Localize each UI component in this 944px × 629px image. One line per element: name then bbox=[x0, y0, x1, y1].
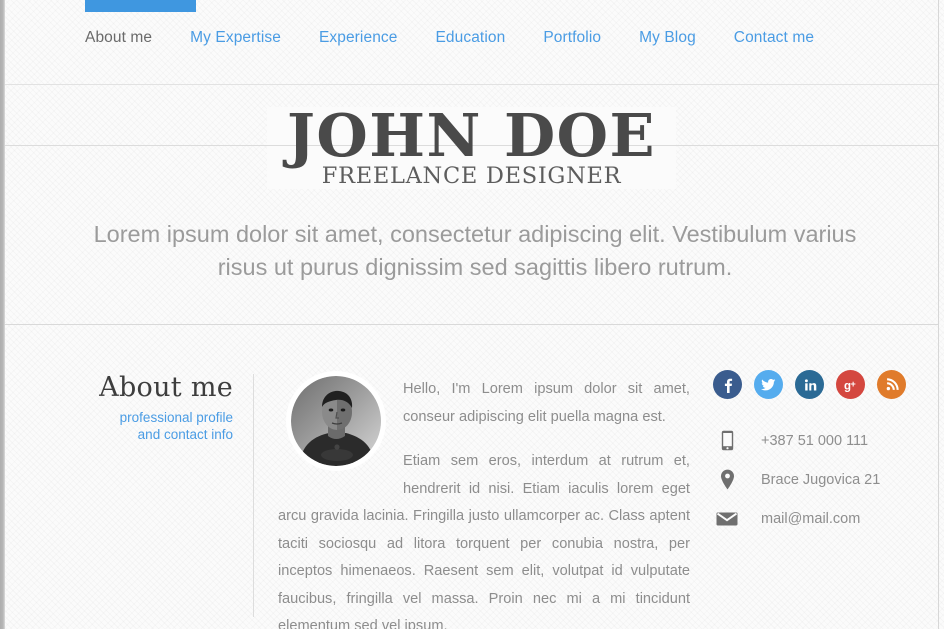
phone-icon bbox=[713, 430, 741, 451]
about-body: Hello, I'm Lorem ipsum dolor sit amet, c… bbox=[278, 376, 690, 629]
nav-item-education[interactable]: Education bbox=[435, 29, 505, 47]
facebook-icon[interactable] bbox=[713, 370, 742, 399]
about-heading: About me bbox=[99, 372, 233, 403]
about-subheading: professional profile and contact info bbox=[65, 409, 233, 443]
content-layer: About me My Expertise Experience Educati… bbox=[0, 0, 944, 629]
avatar-text-wrap-spacer bbox=[278, 448, 403, 502]
hero-title-wrap: JOHN DOE FREELANCE DESIGNER bbox=[5, 105, 938, 189]
nav-list: About me My Expertise Experience Educati… bbox=[85, 29, 814, 47]
about-heading-block: About me professional profile and contac… bbox=[65, 372, 233, 443]
contact-row-address: Brace Jugovica 21 bbox=[713, 460, 923, 499]
map-pin-icon bbox=[713, 469, 741, 490]
social-links: g + bbox=[713, 370, 923, 399]
about-subheading-line1: professional profile bbox=[119, 410, 233, 425]
about-subheading-line2: and contact info bbox=[137, 427, 233, 442]
nav-active-indicator bbox=[85, 0, 196, 12]
address-value: Brace Jugovica 21 bbox=[761, 471, 881, 488]
hero-tagline: Lorem ipsum dolor sit amet, consectetur … bbox=[93, 221, 857, 280]
envelope-icon bbox=[713, 511, 741, 527]
page-title: JOHN DOE bbox=[266, 105, 677, 189]
about-paragraph-1: Hello, I'm Lorem ipsum dolor sit amet, c… bbox=[403, 381, 690, 425]
site-navigation: About me My Expertise Experience Educati… bbox=[5, 0, 938, 85]
nav-item-my-expertise[interactable]: My Expertise bbox=[190, 29, 281, 47]
nav-item-my-blog[interactable]: My Blog bbox=[639, 29, 696, 47]
about-vertical-divider bbox=[253, 374, 254, 617]
about-paragraph-2: Etiam sem eros, interdum at rutrum et, h… bbox=[278, 448, 690, 629]
nav-item-contact-me[interactable]: Contact me bbox=[734, 29, 814, 47]
hero-section: JOHN DOE FREELANCE DESIGNER Lorem ipsum … bbox=[5, 85, 938, 325]
contact-row-phone: +387 51 000 111 bbox=[713, 421, 923, 460]
twitter-icon[interactable] bbox=[754, 370, 783, 399]
page-shell: About me My Expertise Experience Educati… bbox=[0, 0, 944, 629]
nav-item-about-me[interactable]: About me bbox=[85, 29, 152, 47]
nav-item-experience[interactable]: Experience bbox=[319, 29, 398, 47]
rss-icon[interactable] bbox=[877, 370, 906, 399]
svg-text:+: + bbox=[850, 379, 855, 389]
nav-item-portfolio[interactable]: Portfolio bbox=[543, 29, 601, 47]
linkedin-icon[interactable] bbox=[795, 370, 824, 399]
contact-column: g + +387 51 000 111 Brace Jugovica 21 ma… bbox=[713, 370, 923, 538]
page-right-edge bbox=[938, 0, 939, 629]
about-section: About me professional profile and contac… bbox=[5, 326, 938, 629]
phone-value: +387 51 000 111 bbox=[761, 432, 869, 449]
googleplus-icon[interactable]: g + bbox=[836, 370, 865, 399]
email-value: mail@mail.com bbox=[761, 510, 861, 527]
page-left-edge bbox=[0, 0, 5, 629]
contact-row-email: mail@mail.com bbox=[713, 499, 923, 538]
